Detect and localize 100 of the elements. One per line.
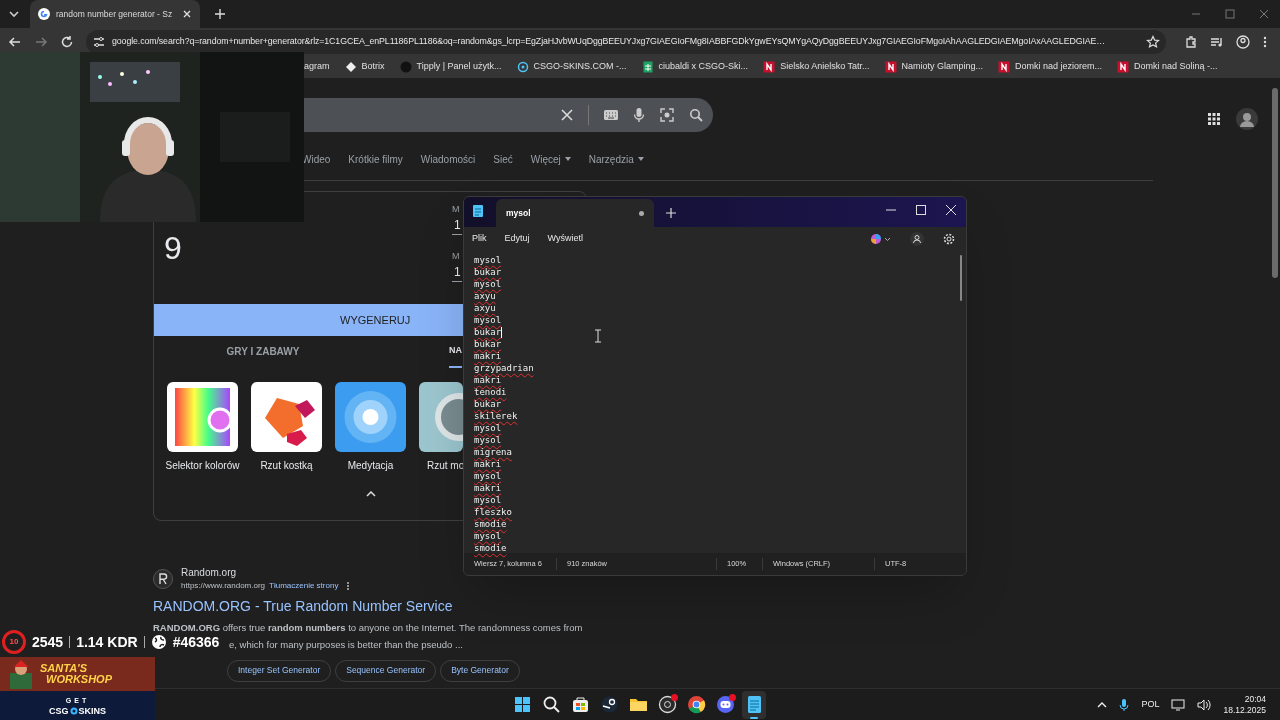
result-title-link[interactable]: RANDOM.ORG - True Random Number Service — [153, 596, 1280, 617]
color-picker-drawing[interactable] — [167, 382, 238, 452]
brand-text: CSG — [49, 705, 69, 716]
globe-icon — [150, 634, 167, 650]
text-line: skilerek — [474, 410, 518, 422]
spreadsheet-icon — [641, 61, 654, 73]
result-snippet: e, which for many purposes is better than the pseudo ... — [229, 638, 464, 653]
dice-drawing[interactable] — [251, 382, 322, 452]
text-line: makri — [474, 482, 502, 494]
account-avatar-icon[interactable] — [1236, 108, 1258, 130]
address-bar[interactable]: google.com/search?q=random+number+generator&rlz=1C1GCEA_enPL1186PL1186&oq=random&gs_lcrp=EgZjaHJvbWUqDggBEEUYJxg7GIAEGIoFMg8IABBFGDkYgwEYsQMYgAQyDggBEEUYJxg7GIAEGIoFMgoIAhAAGLEDGIAEMgoIAxAAGLEDGIAE… — [86, 30, 1166, 54]
taskbar-app-button[interactable] — [742, 690, 766, 719]
text-line: bukar — [474, 398, 502, 410]
text-line: smodie — [474, 518, 507, 530]
bookmark-item[interactable]: CSGO-SKINS.COM -... — [516, 60, 627, 74]
text-line: smodie — [474, 542, 507, 554]
more-options-icon[interactable] — [346, 581, 351, 591]
bookmark-star-icon[interactable] — [1146, 35, 1160, 49]
text-line: mysol — [474, 494, 502, 506]
meditation-drawing[interactable] — [335, 382, 406, 452]
text-line: bukar — [474, 266, 502, 278]
keyboard-icon[interactable] — [603, 109, 619, 121]
media-icon[interactable] — [1210, 35, 1224, 49]
bookmark-item[interactable]: Domki nad Soliną -... — [1117, 60, 1218, 74]
number-field[interactable]: 1 — [452, 265, 462, 282]
text-line: makri — [474, 350, 502, 362]
lens-icon[interactable] — [659, 107, 675, 123]
text-cursor-icon — [594, 329, 602, 343]
scrollbar-thumb[interactable] — [960, 255, 962, 301]
scrollbar-thumb[interactable] — [1272, 88, 1278, 278]
text-line: makri — [474, 458, 502, 470]
document-tab[interactable]: mysol — [496, 199, 654, 227]
maximize-icon[interactable] — [916, 205, 926, 215]
generate-button[interactable]: WYGENERUJ — [154, 304, 463, 336]
search-tab[interactable]: Więcej — [530, 151, 571, 167]
clear-icon[interactable] — [560, 108, 574, 122]
level-badge: 10 — [2, 630, 26, 654]
text-line: axyu — [474, 302, 496, 314]
extensions-icon[interactable] — [1184, 35, 1198, 49]
restore-icon[interactable] — [1224, 8, 1236, 20]
category-tab[interactable]: GRY I ZABAWY — [154, 336, 372, 368]
number-field[interactable]: 1 — [452, 218, 462, 235]
text-line: makri — [474, 374, 502, 386]
bookmark-item[interactable]: ciubaldi x CSGO-Ski... — [641, 60, 749, 74]
bookmark-item[interactable]: Namioty Glamping... — [884, 60, 984, 74]
rank-text: #46366 — [172, 632, 220, 652]
game-controller-face-icon — [714, 694, 736, 715]
banner-title: WORKSHOP — [46, 674, 112, 685]
site-settings-icon[interactable] — [92, 35, 106, 49]
menu-item[interactable]: Wyświetl — [547, 232, 583, 246]
tile-label[interactable]: Medytacja — [347, 458, 394, 473]
brand-text: SKINS — [78, 705, 106, 716]
reload-icon[interactable] — [60, 35, 74, 49]
text-line: fleszko — [474, 506, 512, 518]
text-line: grzypadrian — [474, 362, 534, 374]
monitor-icon[interactable] — [1171, 698, 1186, 711]
microphone-icon[interactable] — [1119, 697, 1130, 712]
active-indicator — [750, 716, 758, 719]
new-tab-icon[interactable] — [666, 208, 676, 218]
elo-text: 2545 — [32, 632, 64, 652]
field-label: M — [452, 251, 460, 261]
clock[interactable]: 20:04 18.12.2025 — [1223, 693, 1266, 716]
search-tab[interactable]: Sieć — [493, 151, 513, 167]
search-tab[interactable]: Wiadomości — [420, 151, 476, 167]
search-tab[interactable]: Narzędzia — [588, 151, 644, 167]
text-line: mysol — [474, 278, 502, 290]
bookmark-item[interactable]: Domki nad jeziorem... — [998, 60, 1103, 74]
speaker-icon[interactable] — [1197, 698, 1212, 711]
settings-icon[interactable] — [942, 232, 956, 246]
new-tab-icon[interactable] — [214, 8, 227, 20]
back-icon[interactable] — [8, 35, 22, 49]
menu-item[interactable]: Plik — [472, 232, 487, 246]
record-circle-icon — [656, 694, 678, 715]
text-editor-area[interactable]: mysol bukar mysol axyu axyu mysol bukar bukar makri grzypadrian makri tenodi bukar skilerek mysol mysol migrena makri mysol makri mysol fleszko smodie mysol smodie — [464, 251, 966, 553]
tile-label[interactable]: Selektor kolorów — [165, 458, 240, 473]
translate-link[interactable]: Tłumaczenie strony — [269, 580, 339, 592]
language-indicator[interactable]: POL — [1141, 697, 1160, 712]
search-tab[interactable]: Krótkie filmy — [348, 151, 403, 167]
bookmark-item[interactable]: Sielsko Anielsko Tatr... — [763, 60, 870, 74]
text-line: bukar — [474, 338, 502, 350]
menu-icon[interactable] — [1262, 35, 1268, 49]
bookmark-item[interactable]: Botrix — [344, 60, 385, 74]
show-hidden-icons-icon[interactable] — [1097, 701, 1108, 708]
tile-label[interactable]: Rzut kostką — [260, 458, 313, 473]
bookmark-item[interactable]: Tipply | Panel użytk... — [399, 60, 502, 74]
browser-tab[interactable]: random number generator - Sz — [30, 0, 201, 28]
forward-icon[interactable] — [34, 35, 48, 49]
bookmark-item[interactable]: agram — [304, 60, 330, 74]
menu-item[interactable]: Edytuj — [504, 232, 530, 246]
field-label: M — [452, 204, 460, 214]
account-icon[interactable] — [910, 232, 924, 246]
profile-icon[interactable] — [1236, 35, 1250, 49]
coin-drawing[interactable] — [419, 382, 463, 452]
search-icon[interactable] — [689, 108, 703, 122]
site-name: Random.org — [181, 566, 238, 580]
collapse-caret-icon[interactable] — [366, 491, 376, 497]
apps-grid-icon[interactable] — [1208, 113, 1220, 125]
microphone-icon[interactable] — [633, 107, 645, 123]
banner-title: SANTA'S — [40, 663, 89, 674]
text-line: migrena — [474, 446, 512, 458]
